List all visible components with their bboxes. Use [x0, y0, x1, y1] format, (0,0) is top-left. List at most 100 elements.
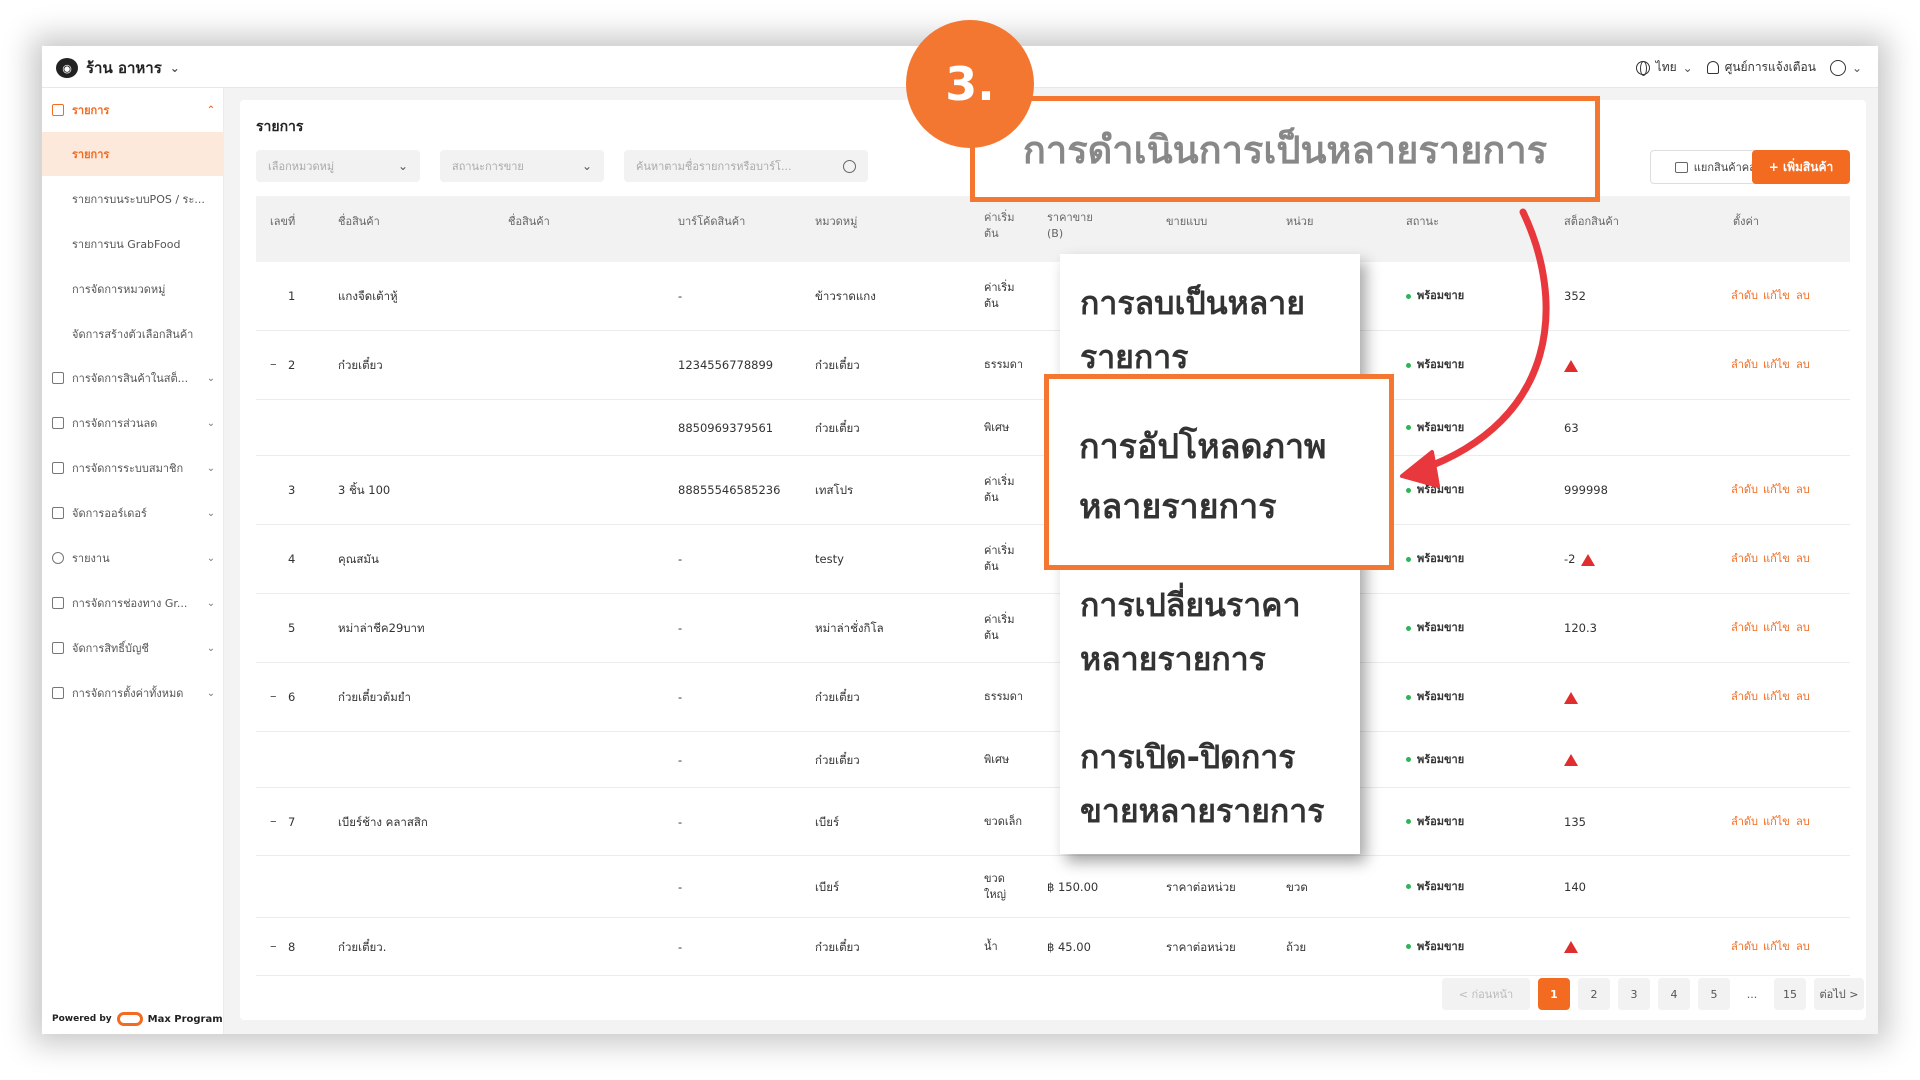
table-row[interactable]: –8 ก๋วยเตี๋ยว. - ก๋วยเตี๋ยว น้ำ ฿ 45.00 ราคาต่… — [256, 918, 1850, 976]
cell-barcode: 88855546585236 — [678, 483, 781, 497]
cell-sell-type: ราคาต่อหน่วย — [1166, 939, 1236, 954]
sidebar-item-orders[interactable]: จัดการออร์เดอร์ ⌄ — [42, 491, 224, 535]
pagination-page-4[interactable]: 4 — [1658, 978, 1690, 1010]
status-label: พร้อมขาย — [1417, 358, 1465, 371]
expand-toggle-icon[interactable]: – — [270, 939, 277, 955]
edit-action-link[interactable]: แก้ไข — [1763, 482, 1790, 498]
edit-action-link[interactable]: แก้ไข — [1763, 357, 1790, 373]
edit-action-link[interactable]: แก้ไข — [1763, 814, 1790, 830]
chevron-up-icon: ⌃ — [206, 104, 216, 116]
sidebar-sub-pos[interactable]: รายการบนระบบPOS / ระ... — [42, 177, 224, 221]
cell-start: ธรรมดา — [984, 690, 1024, 703]
order-action-link[interactable]: ลำดับ — [1731, 689, 1758, 705]
expand-toggle-icon[interactable]: – — [270, 357, 277, 373]
sidebar-sub-products[interactable]: รายการ — [42, 132, 224, 176]
delete-action-link[interactable]: ลบ — [1796, 939, 1810, 955]
menu-item-bulk-toggle[interactable]: การเปิด-ปิดการ ขายหลายรายการ — [1080, 730, 1324, 838]
stock-value: 120.3 — [1564, 621, 1597, 635]
order-action-link[interactable]: ลำดับ — [1731, 939, 1758, 955]
cell-category: เทสโปร — [815, 483, 854, 497]
delete-action-link[interactable]: ลบ — [1796, 288, 1810, 304]
sidebar-item-channels[interactable]: การจัดการช่องทาง Gr... ⌄ — [42, 581, 224, 625]
add-product-button[interactable]: + เพิ่มสินค้า — [1752, 150, 1850, 184]
highlight-text: การอัปโหลดภาพ หลายรายการ — [1079, 417, 1326, 537]
col-name-2: ชื่อสินค้า — [508, 215, 550, 228]
delete-action-link[interactable]: ลบ — [1796, 482, 1810, 498]
edit-action-link[interactable]: แก้ไข — [1763, 551, 1790, 567]
cell-price: ฿ 150.00 — [1047, 879, 1099, 894]
cell-no: 2 — [288, 358, 296, 372]
sidebar-item-stock[interactable]: การจัดการสินค้าในสต็... ⌄ — [42, 356, 224, 400]
cell-barcode: - — [678, 621, 683, 635]
sidebar-item-products[interactable]: รายการ ⌃ — [42, 88, 224, 132]
sidebar-item-permissions[interactable]: จัดการสิทธิ์บัญชี ⌄ — [42, 626, 224, 670]
category-filter[interactable]: เลือกหมวดหมู่ ⌄ — [256, 150, 420, 182]
language-selector[interactable]: ไทย ⌄ — [1635, 58, 1693, 77]
table-row[interactable]: 1 แกงจืดเต้าหู้ - ข้าวราดแกง ค่าเริ่มต้น พร้อ… — [256, 262, 1850, 331]
sidebar-item-members[interactable]: การจัดการระบบสมาชิก ⌄ — [42, 446, 224, 490]
expand-toggle-icon[interactable]: – — [270, 689, 277, 705]
cell-name: หม่าล่าชีค29บาท — [338, 621, 425, 635]
menu-item-bulk-price[interactable]: การเปลี่ยนราคา หลายรายการ — [1080, 578, 1301, 686]
cell-stock: 352 — [1564, 288, 1586, 304]
delete-action-link[interactable]: ลบ — [1796, 689, 1810, 705]
user-menu[interactable]: ⌄ — [1829, 59, 1862, 76]
status-dot-icon — [1406, 944, 1411, 949]
edit-action-link[interactable]: แก้ไข — [1763, 689, 1790, 705]
order-action-link[interactable]: ลำดับ — [1731, 357, 1758, 373]
stock-value: 999998 — [1564, 483, 1608, 497]
pagination-page-5[interactable]: 5 — [1698, 978, 1730, 1010]
table-row[interactable]: - ก๋วยเตี๋ยว พิเศษ พร้อมขาย — [256, 732, 1850, 788]
edit-action-link[interactable]: แก้ไข — [1763, 288, 1790, 304]
pagination-next[interactable]: ต่อไป > — [1814, 978, 1864, 1010]
sidebar-sub-grabfood[interactable]: รายการบน GrabFood — [42, 222, 224, 266]
pagination-prev[interactable]: < ก่อนหน้า — [1442, 978, 1530, 1010]
status-filter[interactable]: สถานะการขาย ⌄ — [440, 150, 604, 182]
delete-action-link[interactable]: ลบ — [1796, 357, 1810, 373]
table-row[interactable]: –7 เบียร์ช้าง คลาสสิก - เบียร์ ขวดเล็ก พร้อมข… — [256, 788, 1850, 856]
menu-item-bulk-upload-image[interactable]: การอัปโหลดภาพ หลายรายการ — [1044, 374, 1394, 570]
delete-action-link[interactable]: ลบ — [1796, 551, 1810, 567]
cell-barcode: - — [678, 552, 683, 566]
order-action-link[interactable]: ลำดับ — [1731, 620, 1758, 636]
expand-toggle-icon[interactable]: – — [270, 814, 277, 830]
order-action-link[interactable]: ลำดับ — [1731, 551, 1758, 567]
cell-category: เบียร์ — [815, 814, 840, 829]
cell-start: ค่าเริ่มต้น — [984, 475, 1015, 504]
cell-no: 4 — [288, 552, 296, 566]
powered-by-label: Powered by — [52, 1014, 112, 1024]
delete-action-link[interactable]: ลบ — [1796, 620, 1810, 636]
edit-action-link[interactable]: แก้ไข — [1763, 939, 1790, 955]
order-action-link[interactable]: ลำดับ — [1731, 814, 1758, 830]
status-dot-icon — [1406, 694, 1411, 700]
cell-stock: 135 — [1564, 814, 1586, 830]
bulk-action-callout[interactable]: การดำเนินการเป็นหลายรายการ — [970, 96, 1600, 202]
menu-item-bulk-delete[interactable]: การลบเป็นหลาย รายการ — [1080, 276, 1305, 384]
pagination-page-last[interactable]: 15 — [1774, 978, 1806, 1010]
network-icon — [52, 597, 64, 609]
order-action-link[interactable]: ลำดับ — [1731, 482, 1758, 498]
sidebar-item-reports[interactable]: รายงาน ⌄ — [42, 536, 224, 580]
col-sell-type: ขายแบบ — [1166, 215, 1208, 228]
delete-action-link[interactable]: ลบ — [1796, 814, 1810, 830]
notification-center[interactable]: ศูนย์การแจ้งเตือน — [1706, 58, 1816, 77]
pagination-page-3[interactable]: 3 — [1618, 978, 1650, 1010]
sidebar-item-discount[interactable]: การจัดการส่วนลด ⌄ — [42, 401, 224, 445]
pagination-page-1[interactable]: 1 — [1538, 978, 1570, 1010]
order-action-link[interactable]: ลำดับ — [1731, 288, 1758, 304]
sidebar-sub-options[interactable]: จัดการสร้างตัวเลือกสินค้า — [42, 312, 224, 356]
table-row[interactable]: 5 หม่าล่าชีค29บาท - หม่าล่าชั่งกิโล ค่าเริ่ม… — [256, 594, 1850, 663]
sidebar-item-settings[interactable]: การจัดการตั้งค่าทั้งหมด ⌄ — [42, 671, 224, 715]
col-barcode: บาร์โค้ดสินค้า — [678, 215, 746, 228]
sidebar-sub-categories[interactable]: การจัดการหมวดหมู่ — [42, 267, 224, 311]
cell-barcode: - — [678, 814, 683, 829]
search-input[interactable]: ค้นหาตามชื่อรายการหรือบาร์โ... — [624, 150, 868, 182]
menu-item-label: การลบเป็นหลาย — [1080, 284, 1305, 322]
edit-action-link[interactable]: แก้ไข — [1763, 620, 1790, 636]
pagination-page-2[interactable]: 2 — [1578, 978, 1610, 1010]
table-row[interactable]: –6 ก๋วยเตี๋ยวต้มยำ - ก๋วยเตี๋ยว ธรรมดา พร้อมข… — [256, 663, 1850, 732]
clock-icon — [52, 552, 64, 564]
table-row[interactable]: - เบียร์ ขวดใหญ่ ฿ 150.00 ราคาต่อหน่วย ขวด พร้… — [256, 856, 1850, 918]
shop-selector[interactable]: ◉ ร้าน อาหาร ⌄ — [56, 56, 180, 80]
order-icon — [52, 507, 64, 519]
